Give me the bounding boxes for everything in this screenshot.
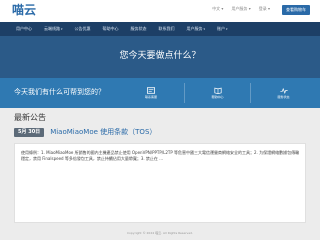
ticket-icon xyxy=(147,87,155,94)
nav-item[interactable]: 用户中心 xyxy=(10,22,38,36)
status-icon xyxy=(279,87,288,94)
announcement-card: 使用條例：1. MiaoMiaoMoe 所銷售的國內主機產品禁止使用 OpenV… xyxy=(14,143,306,223)
nav-item[interactable]: 服务状态 xyxy=(125,22,153,36)
chevron-down-icon: ▾ xyxy=(226,27,228,31)
help-action-label: 服务状态 xyxy=(277,95,290,99)
nav-item[interactable]: 联系我们 xyxy=(153,22,181,36)
footer-copyright: Copyright © 2024 喵云. All Rights Reserved… xyxy=(126,231,194,235)
nav-item[interactable]: 账户▾ xyxy=(211,22,234,36)
help-text: 今天我们有什么可帮到您的？ xyxy=(14,88,105,96)
announcement-body: 使用條例：1. MiaoMiaoMoe 所銷售的國內主機產品禁止使用 OpenV… xyxy=(21,150,300,161)
chevron-down-icon: ▾ xyxy=(61,27,63,31)
hero-banner: 您今天要做点什么？ xyxy=(0,36,320,78)
nav-item-label: 服务状态 xyxy=(130,26,147,31)
nav-item-label: 帮助中心 xyxy=(102,26,119,31)
help-actions: 联系客服 帮助中心 服务状态 xyxy=(118,83,316,103)
nav-item-label: 账户 xyxy=(217,26,226,31)
help-action-status[interactable]: 服务状态 xyxy=(250,83,316,103)
nav-item-label: 用户中心 xyxy=(16,26,32,31)
help-action-support[interactable]: 联系客服 xyxy=(118,83,184,103)
help-action-label: 帮助中心 xyxy=(211,95,224,99)
nav-item[interactable]: 用户服务▾ xyxy=(181,22,212,36)
help-action-label: 联系客服 xyxy=(144,95,157,99)
view-cart-button[interactable]: 查看购物车 xyxy=(282,5,310,15)
announcement-title-link[interactable]: MiaoMiaoMoe 使用条款（TOS） xyxy=(50,127,156,137)
site-header: 喵云 中文 ▾ 用户服务 ▾ 登录 ▾ 查看购物车 xyxy=(0,0,320,22)
nav-item[interactable]: 公告优惠 xyxy=(69,22,97,36)
nav-items: 用户中心 云端线路▾ 公告优惠 帮助中心 服务状态 联系我们 用户服务▾ 账户▾ xyxy=(10,22,234,36)
book-icon xyxy=(213,87,222,94)
hero-title: 您今天要做点什么？ xyxy=(119,51,201,61)
nav-item-label: 联系我们 xyxy=(158,26,175,31)
nav-item-label: 公告优惠 xyxy=(74,26,91,31)
login-dropdown[interactable]: 登录 ▾ xyxy=(259,6,270,12)
nav-item[interactable]: 云端线路▾ xyxy=(38,22,69,36)
nav-item[interactable]: 帮助中心 xyxy=(97,22,125,36)
main-navbar: 用户中心 云端线路▾ 公告优惠 帮助中心 服务状态 联系我们 用户服务▾ 账户▾ xyxy=(0,22,320,36)
user-services-dropdown[interactable]: 用户服务 ▾ xyxy=(231,6,250,12)
site-logo[interactable]: 喵云 xyxy=(12,3,36,18)
nav-item-label: 用户服务 xyxy=(186,26,203,31)
announcements-heading: 最新公告 xyxy=(14,113,46,122)
announcement-header: 5月 30日 MiaoMiaoMoe 使用条款（TOS） xyxy=(14,127,156,137)
help-bar: 今天我们有什么可帮到您的？ 联系客服 帮助中心 服务状态 xyxy=(0,78,320,108)
nav-item-label: 云端线路 xyxy=(44,26,60,31)
announcement-date-badge: 5月 30日 xyxy=(14,127,45,137)
chevron-down-icon: ▾ xyxy=(203,27,206,31)
language-dropdown[interactable]: 中文 ▾ xyxy=(212,6,223,12)
help-action-knowledgebase[interactable]: 帮助中心 xyxy=(184,83,250,103)
top-links: 中文 ▾ 用户服务 ▾ 登录 ▾ xyxy=(212,6,270,12)
